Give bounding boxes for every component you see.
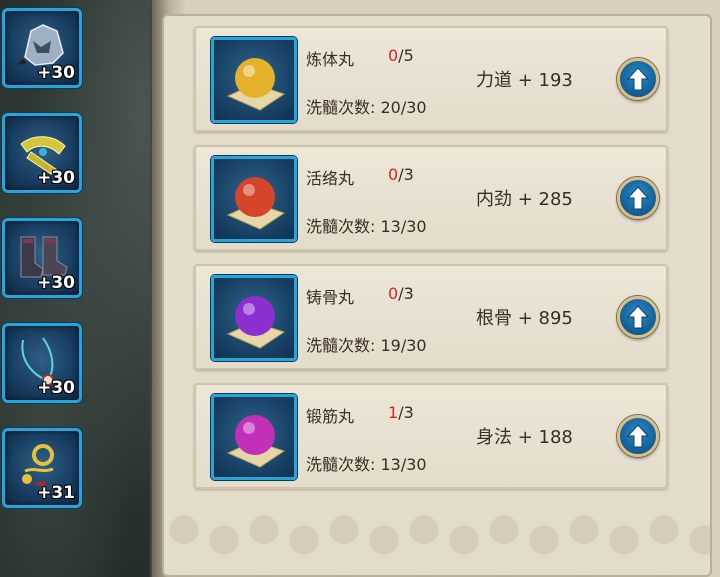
stat-bonus: 根骨 + 895	[476, 308, 573, 329]
arrow-up-icon	[626, 305, 650, 329]
upgrade-button[interactable]	[617, 177, 659, 219]
stat-bonus: 内劲 + 285	[476, 189, 573, 210]
equip-level: +30	[37, 168, 75, 188]
pill-card: 锻筋丸 1/3 洗髓次数: 13/30 身法 + 188	[194, 383, 668, 489]
stat-bonus: 身法 + 188	[476, 427, 573, 448]
arrow-up-icon	[626, 186, 650, 210]
pill-name: 铸骨丸	[306, 288, 355, 307]
pill-icon-box[interactable]	[211, 37, 297, 123]
wash-count: 洗髓次数: 19/30	[306, 336, 427, 355]
equip-level: +30	[37, 63, 75, 83]
wash-count: 洗髓次数: 13/30	[306, 217, 427, 236]
arrow-up-icon	[626, 424, 650, 448]
pill-count-current: 1	[388, 403, 399, 422]
pill-icon-box[interactable]	[211, 394, 297, 480]
pill-card: 铸骨丸 0/3 洗髓次数: 19/30 根骨 + 895	[194, 264, 668, 370]
pill-count: 1/3	[388, 403, 414, 422]
pill-icon-box[interactable]	[211, 275, 297, 361]
pill-name: 活络丸	[306, 169, 355, 188]
pill-count-current: 0	[388, 284, 399, 303]
pill-icon	[226, 177, 286, 230]
equip-level: +30	[37, 273, 75, 293]
arrow-up-icon	[626, 67, 650, 91]
wave-pattern	[164, 500, 710, 577]
pill-name: 炼体丸	[306, 50, 355, 69]
pill-icon-box[interactable]	[211, 156, 297, 242]
pill-count: 0/5	[388, 46, 414, 65]
pill-icon	[226, 415, 286, 468]
upgrade-button[interactable]	[617, 296, 659, 338]
pill-count-max: /5	[398, 46, 414, 65]
equip-slot-necklace[interactable]: +30	[2, 323, 82, 403]
pill-icon	[226, 296, 286, 349]
pill-count-current: 0	[388, 46, 399, 65]
equipment-sidebar: +30 +30 +30 +30 +31	[0, 0, 90, 577]
pill-count-max: /3	[398, 284, 414, 303]
wash-count: 洗髓次数: 20/30	[306, 98, 427, 117]
pill-icon	[226, 58, 286, 111]
pill-name: 锻筋丸	[306, 407, 355, 426]
equip-slot-helmet[interactable]: +30	[2, 8, 82, 88]
equip-slot-ring[interactable]: +31	[2, 428, 82, 508]
pill-card: 活络丸 0/3 洗髓次数: 13/30 内劲 + 285	[194, 145, 668, 251]
upgrade-button[interactable]	[617, 415, 659, 457]
equip-slot-boots[interactable]: +30	[2, 218, 82, 298]
upgrade-button[interactable]	[617, 58, 659, 100]
pill-count-current: 0	[388, 165, 399, 184]
equip-level: +30	[37, 378, 75, 398]
equip-level: +31	[37, 483, 75, 503]
pill-count: 0/3	[388, 284, 414, 303]
pill-count-max: /3	[398, 165, 414, 184]
stat-bonus: 力道 + 193	[476, 70, 573, 91]
equip-slot-belt[interactable]: +30	[2, 113, 82, 193]
pill-count: 0/3	[388, 165, 414, 184]
pill-count-max: /3	[398, 403, 414, 422]
pill-card: 炼体丸 0/5 洗髓次数: 20/30 力道 + 193	[194, 26, 668, 132]
wash-count: 洗髓次数: 13/30	[306, 455, 427, 474]
